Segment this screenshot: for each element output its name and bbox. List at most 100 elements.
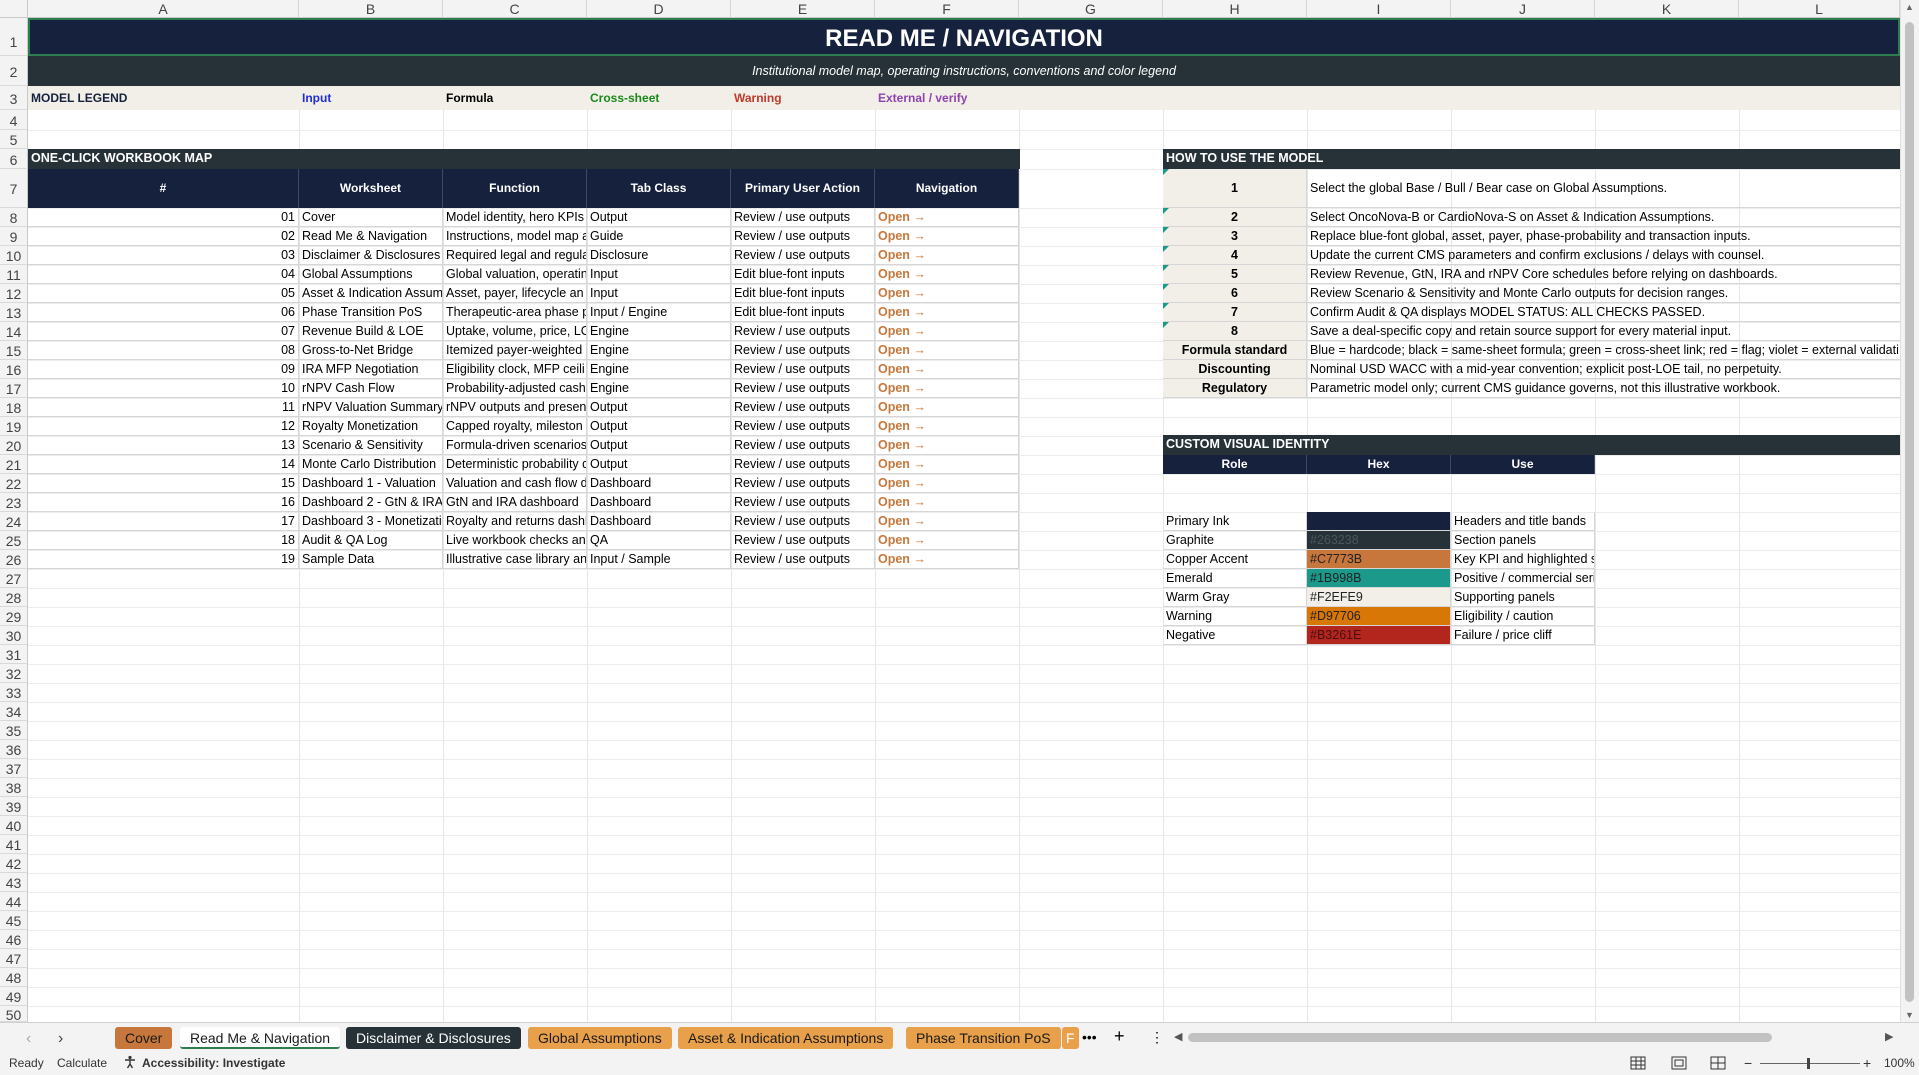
map-cell-sheet[interactable]: Phase Transition PoS bbox=[299, 303, 443, 322]
map-cell-cls[interactable]: Disclosure bbox=[587, 246, 731, 265]
identity-hex-swatch[interactable]: #1B998B bbox=[1307, 569, 1451, 588]
map-cell-cls[interactable]: Dashboard bbox=[587, 512, 731, 531]
row-header-7[interactable]: 7 bbox=[0, 169, 28, 208]
row-header-31[interactable]: 31 bbox=[0, 645, 28, 664]
open-link[interactable]: Open → bbox=[875, 550, 1019, 569]
map-cell-action[interactable]: Edit blue-font inputs bbox=[731, 265, 875, 284]
identity-hex-swatch[interactable]: #B3261E bbox=[1307, 626, 1451, 645]
row-header-39[interactable]: 39 bbox=[0, 797, 28, 816]
map-cell-sheet[interactable]: rNPV Cash Flow bbox=[299, 379, 443, 398]
select-all-corner[interactable] bbox=[0, 0, 28, 18]
map-cell-n[interactable]: 11 bbox=[28, 398, 299, 417]
map-cell-action[interactable]: Review / use outputs bbox=[731, 379, 875, 398]
row-header-22[interactable]: 22 bbox=[0, 474, 28, 493]
map-header-1[interactable]: Worksheet bbox=[299, 169, 443, 208]
zoom-slider[interactable] bbox=[1760, 1063, 1860, 1064]
map-cell-sheet[interactable]: Revenue Build & LOE bbox=[299, 322, 443, 341]
map-cell-cls[interactable]: Dashboard bbox=[587, 474, 731, 493]
row-header-2[interactable]: 2 bbox=[0, 56, 28, 86]
row-header-20[interactable]: 20 bbox=[0, 436, 28, 455]
map-cell-n[interactable]: 04 bbox=[28, 265, 299, 284]
tab-disclaimer-disclosures[interactable]: Disclaimer & Disclosures bbox=[346, 1027, 521, 1049]
how-to-step-number[interactable]: 2 bbox=[1163, 208, 1307, 227]
row-header-48[interactable]: 48 bbox=[0, 968, 28, 987]
map-cell-action[interactable]: Review / use outputs bbox=[731, 455, 875, 474]
map-cell-sheet[interactable]: Audit & QA Log bbox=[299, 531, 443, 550]
column-header-a[interactable]: A bbox=[28, 0, 299, 18]
tab-f[interactable]: F bbox=[1062, 1027, 1079, 1049]
how-to-step-text[interactable]: Review Scenario & Sensitivity and Monte … bbox=[1307, 284, 1900, 303]
tab-options-icon[interactable]: ⋮ bbox=[1150, 1026, 1164, 1049]
map-cell-action[interactable]: Review / use outputs bbox=[731, 531, 875, 550]
map-cell-cls[interactable]: Input / Engine bbox=[587, 303, 731, 322]
map-cell-cls[interactable]: Input / Sample bbox=[587, 550, 731, 569]
map-cell-action[interactable]: Review / use outputs bbox=[731, 436, 875, 455]
map-cell-func[interactable]: Live workbook checks an bbox=[443, 531, 587, 550]
map-cell-action[interactable]: Review / use outputs bbox=[731, 493, 875, 512]
zoom-level[interactable]: 100% bbox=[1884, 1052, 1915, 1075]
identity-role[interactable]: Graphite bbox=[1163, 531, 1307, 550]
vertical-scrollbar[interactable]: ▲ ▼ bbox=[1900, 0, 1919, 1022]
how-to-step-text[interactable]: Replace blue-font global, asset, payer, … bbox=[1307, 227, 1900, 246]
how-to-step-text[interactable]: Nominal USD WACC with a mid-year convent… bbox=[1307, 360, 1900, 379]
open-link[interactable]: Open → bbox=[875, 322, 1019, 341]
map-cell-action[interactable]: Review / use outputs bbox=[731, 512, 875, 531]
map-cell-func[interactable]: Valuation and cash flow d bbox=[443, 474, 587, 493]
how-to-step-number[interactable]: 3 bbox=[1163, 227, 1307, 246]
column-header-l[interactable]: L bbox=[1739, 0, 1900, 18]
legend-warning[interactable]: Warning bbox=[734, 86, 782, 110]
identity-use[interactable]: Supporting panels bbox=[1451, 588, 1595, 607]
how-to-step-text[interactable]: Review Revenue, GtN, IRA and rNPV Core s… bbox=[1307, 265, 1900, 284]
map-cell-func[interactable]: Royalty and returns dashb bbox=[443, 512, 587, 531]
status-calculate[interactable]: Calculate bbox=[57, 1052, 107, 1075]
identity-role[interactable]: Copper Accent bbox=[1163, 550, 1307, 569]
map-cell-n[interactable]: 02 bbox=[28, 227, 299, 246]
map-cell-n[interactable]: 12 bbox=[28, 417, 299, 436]
tab-read-me-navigation[interactable]: Read Me & Navigation bbox=[180, 1027, 341, 1049]
open-link[interactable]: Open → bbox=[875, 208, 1019, 227]
legend-cross-sheet[interactable]: Cross-sheet bbox=[590, 86, 659, 110]
identity-header-use[interactable]: Use bbox=[1451, 455, 1595, 474]
map-header-4[interactable]: Primary User Action bbox=[731, 169, 875, 208]
how-to-step-number[interactable]: 6 bbox=[1163, 284, 1307, 303]
row-header-12[interactable]: 12 bbox=[0, 284, 28, 303]
map-cell-sheet[interactable]: Dashboard 1 - Valuation bbox=[299, 474, 443, 493]
map-cell-func[interactable]: Itemized payer-weighted g bbox=[443, 341, 587, 360]
identity-header-hex[interactable]: Hex bbox=[1307, 455, 1451, 474]
identity-use[interactable]: Key KPI and highlighted series bbox=[1451, 550, 1595, 569]
row-header-35[interactable]: 35 bbox=[0, 721, 28, 740]
hscroll-right-icon[interactable]: ▶ bbox=[1885, 1026, 1893, 1049]
column-header-d[interactable]: D bbox=[587, 0, 731, 18]
row-header-49[interactable]: 49 bbox=[0, 987, 28, 1006]
map-cell-n[interactable]: 19 bbox=[28, 550, 299, 569]
how-to-step-text[interactable]: Parametric model only; current CMS guida… bbox=[1307, 379, 1900, 398]
map-cell-action[interactable]: Edit blue-font inputs bbox=[731, 284, 875, 303]
map-cell-func[interactable]: rNPV outputs and presen bbox=[443, 398, 587, 417]
column-header-e[interactable]: E bbox=[731, 0, 875, 18]
map-cell-sheet[interactable]: Cover bbox=[299, 208, 443, 227]
map-cell-func[interactable]: Therapeutic-area phase p bbox=[443, 303, 587, 322]
open-link[interactable]: Open → bbox=[875, 360, 1019, 379]
map-header-3[interactable]: Tab Class bbox=[587, 169, 731, 208]
map-cell-action[interactable]: Review / use outputs bbox=[731, 208, 875, 227]
row-header-38[interactable]: 38 bbox=[0, 778, 28, 797]
map-cell-action[interactable]: Review / use outputs bbox=[731, 360, 875, 379]
how-to-step-number[interactable]: 7 bbox=[1163, 303, 1307, 322]
legend-formula[interactable]: Formula bbox=[446, 86, 493, 110]
row-header-43[interactable]: 43 bbox=[0, 873, 28, 892]
open-link[interactable]: Open → bbox=[875, 493, 1019, 512]
open-link[interactable]: Open → bbox=[875, 303, 1019, 322]
map-cell-n[interactable]: 18 bbox=[28, 531, 299, 550]
row-header-1[interactable]: 1 bbox=[0, 18, 28, 56]
zoom-out-icon[interactable]: − bbox=[1744, 1052, 1752, 1075]
how-to-step-number[interactable]: 1 bbox=[1163, 169, 1307, 208]
spreadsheet-grid[interactable]: ABCDEFGHIJKL 1 2 3 4 5 6 7 8 9 10 11 12 13 14 15 16 17 18… bbox=[0, 0, 1919, 1022]
open-link[interactable]: Open → bbox=[875, 531, 1019, 550]
open-link[interactable]: Open → bbox=[875, 284, 1019, 303]
how-to-step-number[interactable]: Discounting bbox=[1163, 360, 1307, 379]
map-cell-action[interactable]: Review / use outputs bbox=[731, 398, 875, 417]
map-cell-cls[interactable]: Output bbox=[587, 398, 731, 417]
page-subtitle[interactable]: Institutional model map, operating instr… bbox=[28, 56, 1900, 86]
row-header-16[interactable]: 16 bbox=[0, 360, 28, 379]
row-header-33[interactable]: 33 bbox=[0, 683, 28, 702]
